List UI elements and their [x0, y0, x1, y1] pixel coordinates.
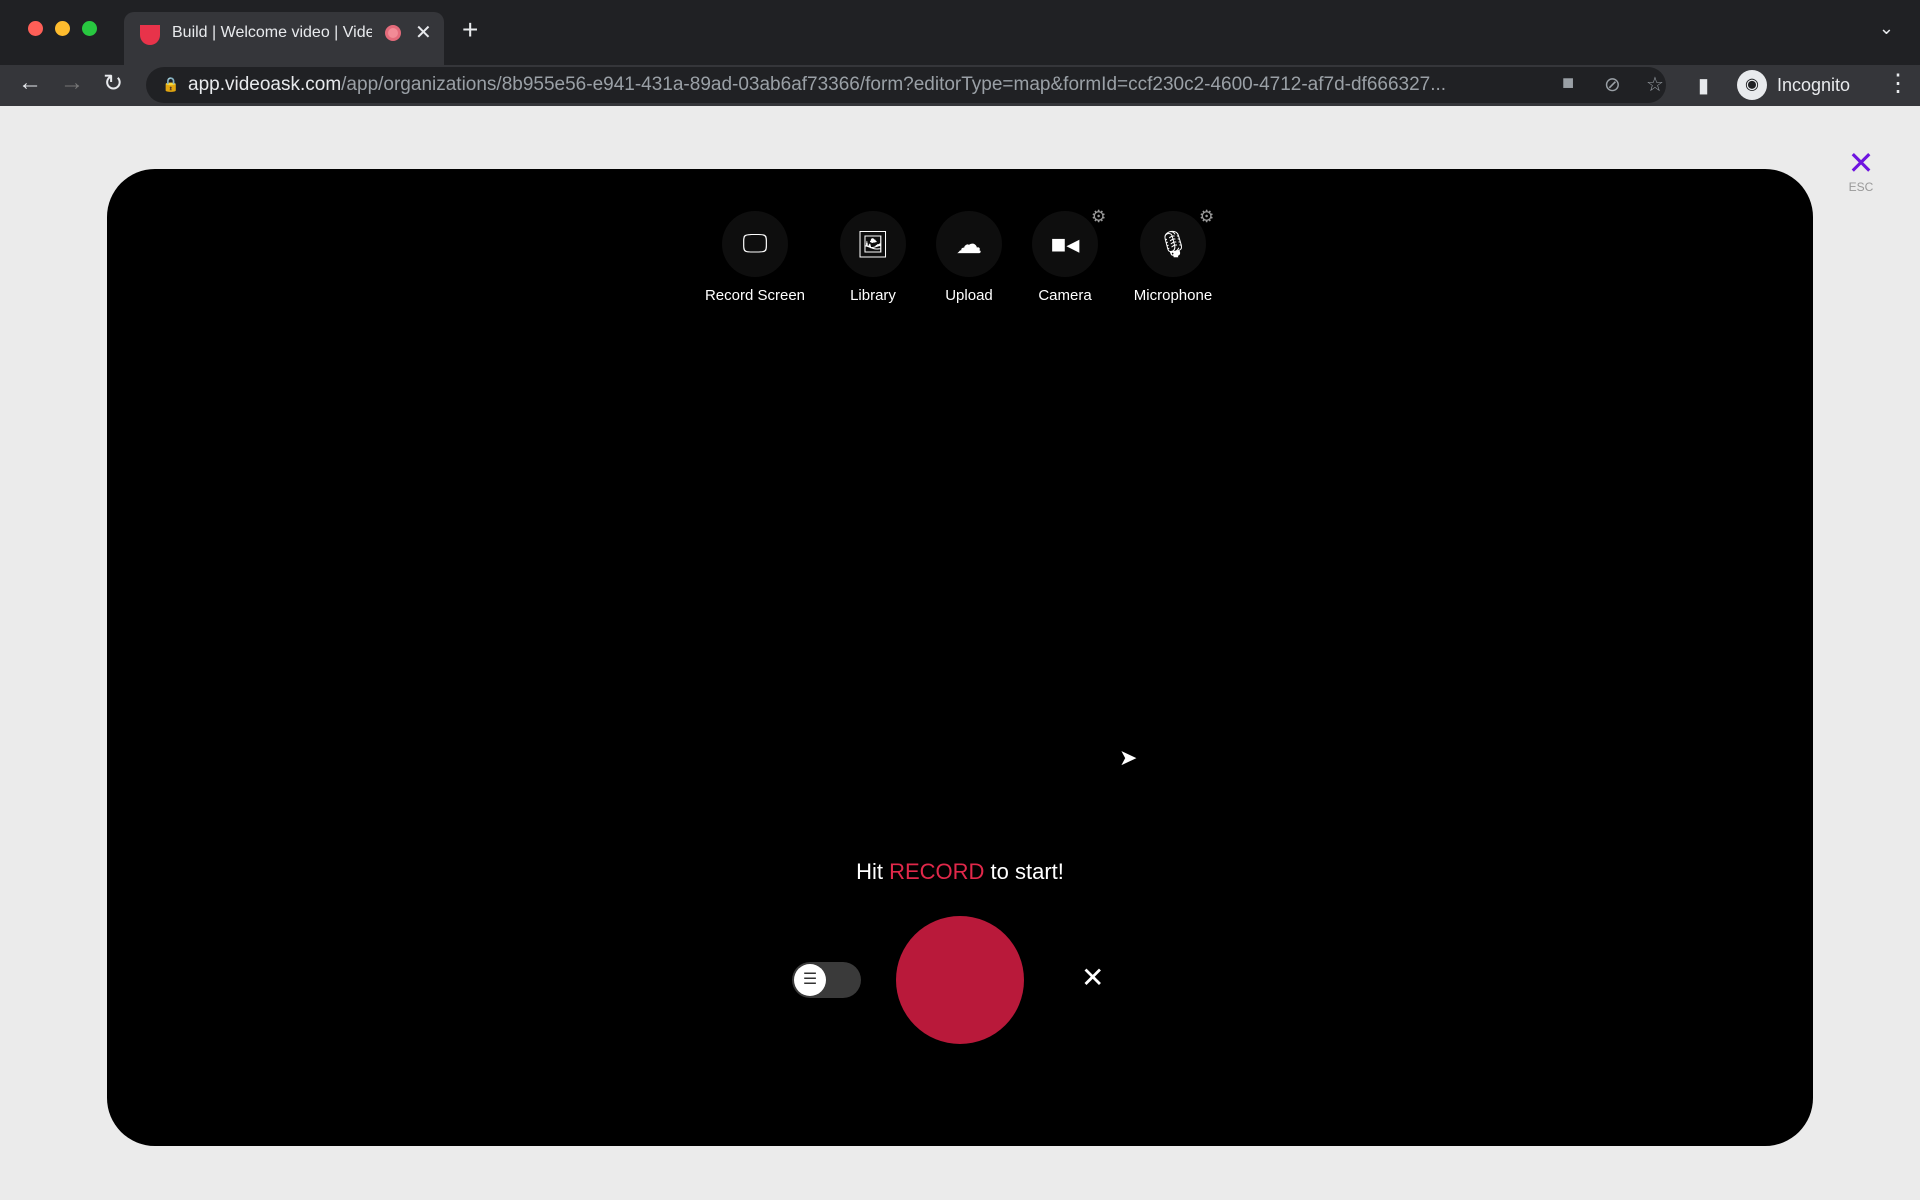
close-icon: ✕ — [1847, 145, 1875, 181]
new-tab-button[interactable]: + — [462, 14, 478, 46]
browser-tab[interactable]: Build | Welcome video | VideoAsk ✕ — [124, 12, 444, 65]
mouse-cursor-icon: ➤ — [1119, 745, 1138, 770]
hint-record-word: RECORD — [889, 859, 985, 884]
cancel-close-button[interactable]: ✕ — [1081, 961, 1104, 994]
bookmark-star-icon[interactable]: ☆ — [1646, 72, 1664, 97]
back-button[interactable]: ← — [18, 69, 42, 97]
tab-search-chevron-down-icon[interactable]: ⌄ — [1879, 18, 1894, 39]
image-icon: 🖼 — [840, 211, 906, 277]
microphone-settings-gear-icon[interactable]: ⚙ — [1199, 207, 1214, 227]
incognito-profile[interactable]: ◉ Incognito — [1737, 68, 1857, 102]
video-camera-icon: ■◂ — [1032, 211, 1098, 277]
monitor-icon: 🖵 — [722, 211, 788, 277]
reload-button[interactable]: ↻ — [103, 69, 123, 98]
menu-kebab-icon[interactable]: ⋮ — [1886, 69, 1910, 98]
cloud-upload-icon: ☁ — [936, 211, 1002, 277]
lock-icon: 🔒 — [162, 76, 180, 92]
recorder-modal: 🖵 Record Screen 🖼 Library ☁ Upload ■◂ ⚙ … — [107, 169, 1813, 1146]
minimize-window-button[interactable] — [55, 21, 70, 36]
close-tab-button[interactable]: ✕ — [415, 20, 432, 45]
chat-bubble-icon: ☰ — [794, 964, 826, 996]
text-chat-toggle[interactable]: ☰ — [792, 962, 861, 998]
forward-button[interactable]: → — [60, 69, 84, 97]
record-hint: Hit RECORD to start! — [107, 859, 1813, 885]
browser-tab-bar: Build | Welcome video | VideoAsk ✕ + ⌄ — [0, 0, 1920, 65]
profile-label: Incognito — [1777, 75, 1851, 95]
hint-text: Hit — [856, 859, 890, 884]
address-bar[interactable]: 🔒 app.videoask.com/app/organizations/8b9… — [146, 67, 1666, 103]
videoask-favicon-icon — [140, 25, 160, 45]
hint-text: to start! — [984, 859, 1064, 884]
browser-toolbar: ← → ↻ 🔒 app.videoask.com/app/organizatio… — [0, 65, 1920, 106]
tab-title: Build | Welcome video | VideoAsk — [172, 24, 372, 41]
microphone-button[interactable]: 🎙 ⚙ Microphone — [1103, 207, 1243, 304]
close-window-button[interactable] — [28, 21, 43, 36]
esc-close-button[interactable]: ✕ ESC — [1843, 146, 1879, 194]
eye-off-icon[interactable]: ⊘ — [1604, 72, 1621, 97]
side-panel-icon[interactable]: ▮ — [1698, 73, 1709, 98]
url-path: /app/organizations/8b955e56-e941-431a-89… — [341, 74, 1447, 95]
esc-label: ESC — [1848, 180, 1874, 194]
microphone-icon: 🎙 — [1140, 211, 1206, 277]
camera-in-use-icon[interactable]: ■ — [1562, 72, 1574, 95]
source-label: Microphone — [1133, 287, 1213, 304]
incognito-icon: ◉ — [1737, 70, 1767, 100]
recording-indicator-icon — [385, 25, 401, 41]
record-button[interactable] — [896, 916, 1024, 1044]
url-host: app.videoask.com — [188, 74, 342, 95]
maximize-window-button[interactable] — [82, 21, 97, 36]
